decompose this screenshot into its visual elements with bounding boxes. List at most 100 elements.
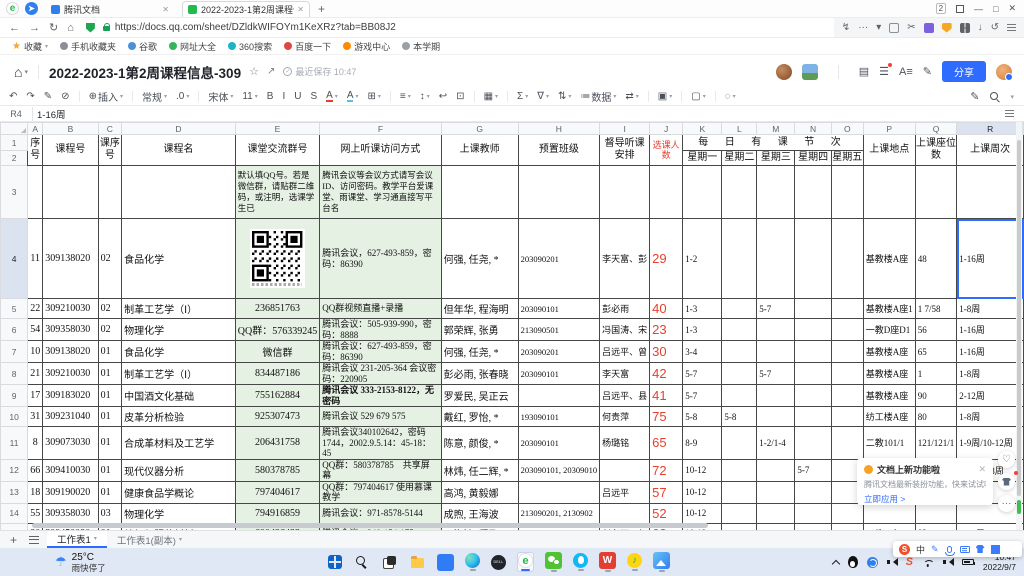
- header-f[interactable]: 网上听课访问方式: [320, 135, 441, 166]
- cell-L13[interactable]: [722, 481, 757, 503]
- cell-I14[interactable]: [600, 503, 650, 523]
- cell-F9[interactable]: 腾讯会议 333-2153-8122，无密码: [320, 385, 441, 407]
- close-button[interactable]: ✕: [1008, 3, 1016, 14]
- cell-K12[interactable]: 10-12: [683, 459, 722, 481]
- cell-D6[interactable]: 物理化学: [122, 319, 236, 341]
- cell-empty[interactable]: [683, 166, 722, 219]
- cell-R5[interactable]: 1-8周: [957, 299, 1024, 319]
- cell-P4[interactable]: 基教楼A座: [863, 219, 915, 299]
- cell-L14[interactable]: [722, 503, 757, 523]
- cell-C10[interactable]: 01: [98, 407, 122, 427]
- cell-P5[interactable]: 基教楼A座1: [863, 299, 915, 319]
- column-header-P[interactable]: P: [863, 123, 915, 135]
- cell-G12[interactable]: 林炜, 任二辉, *: [441, 459, 518, 481]
- cell-A4[interactable]: 11: [28, 219, 43, 299]
- row-header-5[interactable]: 5: [1, 299, 28, 319]
- cell-J8[interactable]: 42: [650, 363, 683, 385]
- forward-button[interactable]: →: [29, 22, 40, 34]
- column-header-L[interactable]: L: [722, 123, 757, 135]
- toolbar-sort[interactable]: ⇅▾: [558, 91, 571, 102]
- cell-R6[interactable]: 1-16周: [957, 319, 1024, 341]
- toolbar-clear-format[interactable]: ⊘: [61, 91, 69, 102]
- cell-L6[interactable]: [722, 319, 757, 341]
- cell-M4[interactable]: [757, 219, 795, 299]
- browser-nav-icon[interactable]: ➤: [25, 2, 38, 15]
- cell-B9[interactable]: 309183020: [43, 385, 98, 407]
- cell-B5[interactable]: 309210030: [43, 299, 98, 319]
- cell-J4[interactable]: 29: [650, 219, 683, 299]
- row-header-8[interactable]: 8: [1, 363, 28, 385]
- url-text[interactable]: https://docs.qq.com/sheet/DZldkWIFOYm1Ke…: [115, 22, 396, 33]
- cell-K11[interactable]: 8-9: [683, 427, 722, 460]
- cell-empty[interactable]: [831, 166, 863, 219]
- cell-empty[interactable]: [122, 166, 236, 219]
- cell-E6[interactable]: QQ群：576339245: [235, 319, 319, 341]
- cell-R7[interactable]: 1-16周: [957, 341, 1024, 363]
- column-header-C[interactable]: C: [98, 123, 122, 135]
- toolbox-grid-icon[interactable]: [991, 545, 1000, 554]
- toolbar-font-family[interactable]: 宋体▾: [208, 89, 233, 104]
- cell-L10[interactable]: 5-8: [722, 407, 757, 427]
- cell-D8[interactable]: 制革工艺学（Ⅰ）: [122, 363, 236, 385]
- toolbar-merge-cells[interactable]: ⊡: [456, 91, 464, 102]
- user-avatar[interactable]: [996, 64, 1012, 80]
- cell-F6[interactable]: 腾讯会议：505-939-990，密码：8888: [320, 319, 441, 341]
- cell-O6[interactable]: [831, 319, 863, 341]
- toolbar-text-wrap[interactable]: ↩: [439, 91, 447, 102]
- sheet-tab-0[interactable]: 工作表1▾: [47, 531, 107, 548]
- cell-I8[interactable]: 李天富: [600, 363, 650, 385]
- cell-Q8[interactable]: 1: [915, 363, 957, 385]
- cell-R8[interactable]: 1-8周: [957, 363, 1024, 385]
- column-header-G[interactable]: G: [441, 123, 518, 135]
- sogou-input-tray-icon[interactable]: S: [906, 556, 913, 568]
- column-header-A[interactable]: A: [28, 123, 43, 135]
- cell-empty[interactable]: [722, 166, 757, 219]
- extension-icon[interactable]: [924, 23, 934, 33]
- panel-icon[interactable]: [956, 5, 964, 13]
- header-a[interactable]: 序号: [28, 135, 43, 166]
- cell-A5[interactable]: 22: [28, 299, 43, 319]
- toolbar-font-size[interactable]: 11▾: [242, 91, 257, 102]
- cell-E3-note[interactable]: 默认填QQ号。若是微信群，请贴群二维码，或注明，选课学生已: [235, 166, 319, 219]
- cell-C9[interactable]: 01: [98, 385, 122, 407]
- column-header-R[interactable]: R≡: [957, 123, 1024, 135]
- cell-M7[interactable]: [757, 341, 795, 363]
- cell-H8[interactable]: 203090101: [518, 363, 600, 385]
- cell-G14[interactable]: 成煦, 王海波: [441, 503, 518, 523]
- header-q[interactable]: 上课座位数: [915, 135, 957, 166]
- bookmark-2[interactable]: 谷歌: [128, 40, 157, 53]
- cell-C11[interactable]: 01: [98, 427, 122, 460]
- notifications-icon[interactable]: ☰: [879, 65, 889, 78]
- cell-R9[interactable]: 2-12周: [957, 385, 1024, 407]
- cell-N15[interactable]: [795, 523, 831, 530]
- cell-I4[interactable]: 李天富、彭: [600, 219, 650, 299]
- cell-D11[interactable]: 合成革材料及工艺学: [122, 427, 236, 460]
- cell-F12[interactable]: QQ群：580378785 共享屏幕: [320, 459, 441, 481]
- cell-M13[interactable]: [757, 481, 795, 503]
- bookmark-1[interactable]: 手机收藏夹: [60, 40, 116, 53]
- cell-K4[interactable]: 1-2: [683, 219, 722, 299]
- cell-I12[interactable]: [600, 459, 650, 481]
- cell-I13[interactable]: 吕远平: [600, 481, 650, 503]
- voice-input-icon[interactable]: [947, 546, 952, 553]
- cell-G4[interactable]: 何强, 任尧, *: [441, 219, 518, 299]
- cell-empty[interactable]: [757, 166, 795, 219]
- minimize-button[interactable]: —: [974, 4, 983, 14]
- cell-F10[interactable]: 腾讯会议 529 679 575: [320, 407, 441, 427]
- cell-Q7[interactable]: 65: [915, 341, 957, 363]
- row-header-10[interactable]: 10: [1, 407, 28, 427]
- select-all-corner[interactable]: [1, 123, 28, 135]
- row-header-9[interactable]: 9: [1, 385, 28, 407]
- cell-F11[interactable]: 腾讯会议340102642，密码1744，2002.9.5.14：45-18：4…: [320, 427, 441, 460]
- cell-Q15[interactable]: 83: [915, 523, 957, 530]
- home-caret-icon[interactable]: ▾: [24, 68, 28, 76]
- skin-icon[interactable]: [976, 545, 985, 553]
- cell-N13[interactable]: [795, 481, 831, 503]
- sheet-list-icon[interactable]: [29, 536, 39, 544]
- row-header-4[interactable]: 4: [1, 219, 28, 299]
- cell-E12[interactable]: 580378785: [235, 459, 319, 481]
- cell-P10[interactable]: 纺工楼A座: [863, 407, 915, 427]
- column-header-K[interactable]: K: [683, 123, 722, 135]
- task-list-icon[interactable]: ▤: [859, 65, 869, 78]
- toolbar-align-vertical[interactable]: ↕▾: [420, 91, 430, 102]
